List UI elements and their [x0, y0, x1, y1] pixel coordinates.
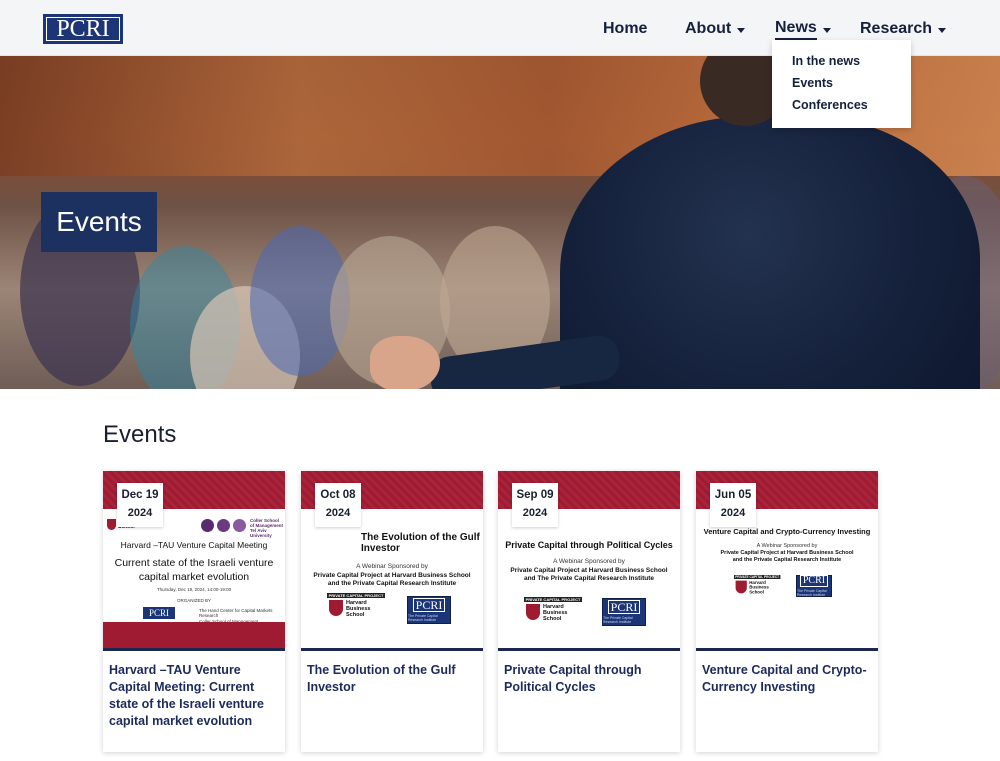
- event-card[interactable]: Sep 09 2024 Private Capital through Poli…: [498, 471, 680, 752]
- hbs-label: Harvard Business School: [543, 604, 568, 622]
- event-poster[interactable]: Sep 09 2024 Private Capital through Poli…: [498, 471, 680, 651]
- nav-news-label: News: [775, 19, 817, 40]
- poster-title: Private Capital through Political Cycles: [505, 540, 673, 550]
- poster-footer-band: [103, 622, 285, 648]
- coller-name: Coller School of Management: [250, 518, 284, 528]
- poster-sponsor: A Webinar Sponsored by: [356, 563, 428, 570]
- date-day: Dec 19: [121, 489, 159, 501]
- chevron-down-icon: [938, 27, 947, 33]
- dropdown-item-in-the-news[interactable]: In the news: [772, 50, 911, 72]
- date-badge: Oct 08 2024: [315, 483, 361, 527]
- shield-icon: [735, 580, 747, 594]
- poster-sponsor-line-2: and The Private Capital Research Institu…: [523, 575, 655, 582]
- pcri-mini-logo: PCRI: [143, 607, 175, 619]
- date-day: Jun 05: [714, 489, 752, 501]
- date-badge: Jun 05 2024: [710, 483, 756, 527]
- event-poster[interactable]: Dec 19 2024 Business School Coller Schoo…: [103, 471, 285, 651]
- nav-news[interactable]: News: [775, 18, 831, 40]
- date-badge: Sep 09 2024: [512, 483, 558, 527]
- date-year: 2024: [127, 507, 153, 519]
- poster-sponsor-line-2: and the Private Capital Research Institu…: [327, 580, 457, 587]
- poster-sponsor: A Webinar Sponsored by: [553, 558, 625, 565]
- poster-organized: ORGANIZED BY: [176, 598, 211, 603]
- nav-about[interactable]: About: [685, 18, 746, 40]
- dropdown-item-events[interactable]: Events: [772, 72, 911, 94]
- date-year: 2024: [720, 507, 746, 519]
- poster-sponsor-line-2: and the Private Capital Research Institu…: [732, 557, 842, 563]
- event-card[interactable]: Jun 05 2024 Venture Capital and Crypto-C…: [696, 471, 878, 752]
- date-badge: Dec 19 2024: [117, 483, 163, 527]
- harvard-business-school-logo: PRIVATE CAPITAL PROJECT Harvard Business…: [734, 575, 781, 595]
- shield-icon: [526, 604, 540, 620]
- event-card[interactable]: Oct 08 2024 The Evolution of the Gulf In…: [301, 471, 483, 752]
- poster-subtitle: Harvard –TAU Venture Capital Meeting: [120, 540, 268, 550]
- pcri-mini-sub: The Private Capital Research Institute: [408, 614, 438, 622]
- hbs-label: Harvard Business School: [749, 580, 769, 595]
- pcri-mini-logo: PCRI The Private Capital Research Instit…: [796, 575, 832, 597]
- speaker-silhouette: [560, 116, 980, 389]
- poster-title: Venture Capital and Crypto-Currency Inve…: [703, 527, 871, 536]
- hbs-label: Harvard Business School: [346, 600, 371, 618]
- coller-logo-text: Coller School of Management Tel Aviv Uni…: [250, 518, 284, 539]
- chevron-down-icon: [737, 27, 746, 33]
- event-title-link[interactable]: The Evolution of the Gulf Investor: [307, 662, 479, 696]
- poster-sponsor-line-1: Private Capital Project at Harvard Busin…: [313, 572, 471, 579]
- hbs-bar-label: PRIVATE CAPITAL PROJECT: [524, 597, 582, 602]
- nav-research-label: Research: [860, 20, 933, 37]
- chevron-down-icon: [822, 27, 831, 33]
- speaker-hand: [370, 336, 440, 389]
- event-title-link[interactable]: Venture Capital and Crypto-Currency Inve…: [702, 662, 874, 696]
- pcri-mini-sub: The Private Capital Research Institute: [797, 589, 827, 597]
- poster-when: Thursday, Dec 19, 2024, 14:00-19:00: [156, 587, 232, 592]
- nav-home[interactable]: Home: [603, 18, 647, 40]
- hero-title: Events: [56, 206, 142, 237]
- pcri-mini-text: PCRI: [799, 575, 829, 587]
- shield-icon: [329, 600, 343, 616]
- nav-home-label: Home: [603, 20, 648, 37]
- pcri-mini-logo: PCRI The Private Capital Research Instit…: [407, 596, 451, 624]
- event-title-link[interactable]: Harvard –TAU Venture Capital Meeting: Cu…: [109, 662, 281, 730]
- events-heading: Events: [103, 421, 177, 448]
- hbs-bar-label: PRIVATE CAPITAL PROJECT: [327, 593, 385, 598]
- poster-title: Current state of the Israeli venture cap…: [114, 557, 274, 584]
- date-year: 2024: [325, 507, 351, 519]
- date-day: Oct 08: [320, 489, 356, 501]
- harvard-business-school-logo: PRIVATE CAPITAL PROJECT Harvard Business…: [524, 597, 582, 621]
- dropdown-item-conferences[interactable]: Conferences: [772, 94, 911, 116]
- event-poster[interactable]: Oct 08 2024 The Evolution of the Gulf In…: [301, 471, 483, 651]
- news-dropdown-menu: In the news Events Conferences: [772, 40, 911, 128]
- event-card[interactable]: Dec 19 2024 Business School Coller Schoo…: [103, 471, 285, 752]
- poster-sponsor: A Webinar Sponsored by: [756, 543, 818, 549]
- hbs-bar-label: PRIVATE CAPITAL PROJECT: [734, 575, 781, 579]
- date-day: Sep 09: [516, 489, 554, 501]
- date-year: 2024: [522, 507, 548, 519]
- poster-title: The Evolution of the Gulf Investor: [361, 532, 480, 554]
- poster-sponsor-line-1: Private Capital Project at Harvard Busin…: [720, 550, 854, 556]
- pcri-mini-text: PCRI: [412, 598, 446, 612]
- event-poster[interactable]: Jun 05 2024 Venture Capital and Crypto-C…: [696, 471, 878, 651]
- event-title-link[interactable]: Private Capital through Political Cycles: [504, 662, 676, 696]
- poster-sponsor-line-1: Private Capital Project at Harvard Busin…: [510, 567, 668, 574]
- main-nav: Home About News Research: [0, 18, 1000, 40]
- coller-sub: Tel Aviv University: [250, 527, 272, 538]
- harvard-business-school-logo: PRIVATE CAPITAL PROJECT Harvard Business…: [327, 593, 385, 617]
- tau-logo: [201, 519, 247, 533]
- pcri-mini-logo: PCRI The Private Capital Research Instit…: [602, 598, 646, 626]
- hero-title-box: Events: [41, 192, 157, 252]
- pcri-mini-text: PCRI: [607, 600, 641, 614]
- shield-icon: [107, 519, 116, 530]
- nav-about-label: About: [685, 20, 732, 37]
- pcri-mini-sub: The Private Capital Research Institute: [603, 616, 633, 624]
- nav-research[interactable]: Research: [860, 18, 947, 40]
- org-line-1: The Hand Center for Capital Markets Rese…: [199, 608, 273, 619]
